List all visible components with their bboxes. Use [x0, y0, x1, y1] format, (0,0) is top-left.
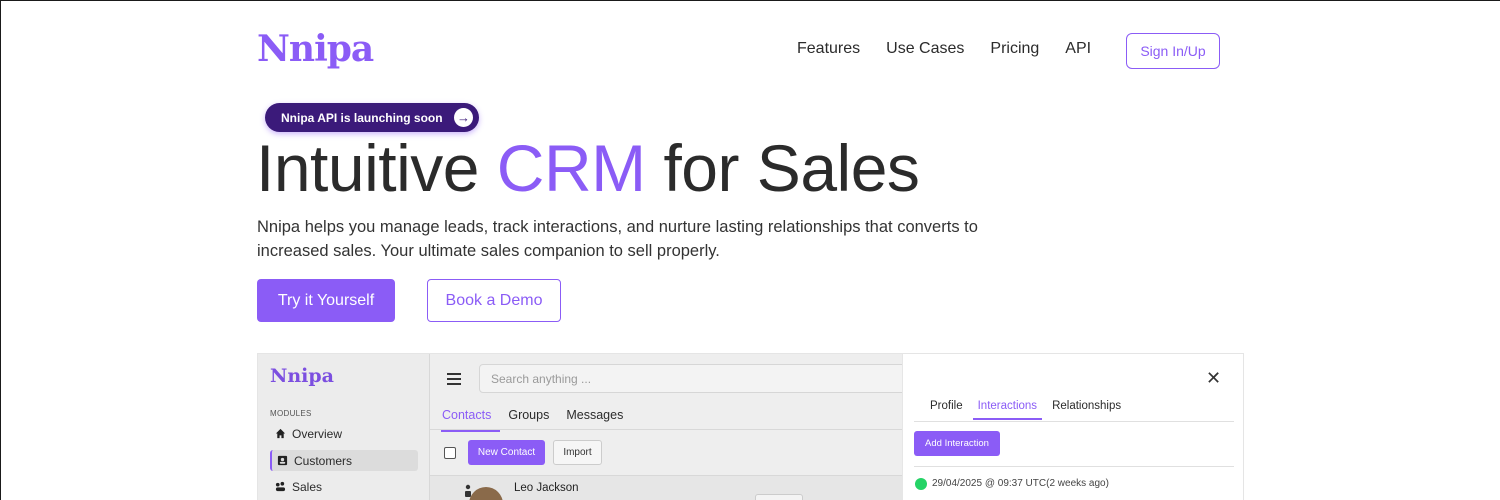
nav-item-use-cases[interactable]: Use Cases [886, 40, 964, 58]
preview-main: Search anything ... Contacts Groups Mess… [430, 354, 909, 500]
sales-icon [275, 481, 286, 492]
hero-title: Intuitive CRM for Sales [256, 130, 920, 206]
sidebar-item-label: Sales [292, 479, 323, 494]
tab-contacts[interactable]: Contacts [441, 399, 501, 432]
tab-groups[interactable]: Groups [508, 399, 558, 432]
main-nav: Features Use Cases Pricing API [797, 40, 1091, 58]
table-row[interactable]: Leo Jackson [430, 476, 902, 500]
contacts-icon [277, 455, 288, 466]
sign-in-button[interactable]: Sign In/Up [1126, 33, 1220, 69]
avatar [469, 487, 503, 500]
panel-tabs-divider [914, 421, 1234, 422]
interaction-timestamp: 29/04/2025 @ 09:37 UTC(2 weeks ago) [932, 478, 1109, 489]
whatsapp-icon [915, 478, 927, 490]
preview-logo: Nnipa [270, 365, 334, 387]
select-all-checkbox[interactable] [444, 447, 456, 459]
hero-title-start: Intuitive [256, 131, 497, 205]
home-icon [275, 428, 286, 439]
sidebar-item-label: Overview [292, 426, 343, 441]
panel-divider [914, 466, 1234, 467]
hero-title-end: for Sales [645, 131, 920, 205]
preview-sidebar: Nnipa MODULES Overview Customers Sales [258, 354, 430, 500]
book-demo-button[interactable]: Book a Demo [427, 279, 561, 322]
announcement-pill[interactable]: Nnipa API is launching soon → [265, 103, 479, 132]
close-icon[interactable]: ✕ [1206, 368, 1221, 389]
sidebar-item-sales[interactable]: Sales [270, 476, 418, 497]
menu-icon[interactable] [447, 373, 461, 388]
nav-item-features[interactable]: Features [797, 40, 860, 58]
search-input[interactable]: Search anything ... [479, 364, 909, 393]
contact-name: Leo Jackson [514, 482, 579, 494]
nav-item-api[interactable]: API [1065, 40, 1091, 58]
import-button[interactable]: Import [553, 440, 602, 465]
tabs-divider [430, 429, 902, 430]
tab-profile[interactable]: Profile [930, 398, 963, 420]
new-contact-button[interactable]: New Contact [468, 440, 545, 465]
sidebar-item-label: Customers [294, 453, 353, 468]
sidebar-item-customers[interactable]: Customers [270, 450, 418, 471]
modules-label: MODULES [270, 409, 312, 418]
contacts-tabs: Contacts Groups Messages [441, 399, 640, 432]
add-interaction-button[interactable]: Add Interaction [914, 431, 1000, 456]
nav-item-pricing[interactable]: Pricing [990, 40, 1039, 58]
app-preview: Nnipa MODULES Overview Customers Sales S… [257, 353, 1244, 500]
hero-subtitle: Nnipa helps you manage leads, track inte… [257, 218, 978, 260]
tab-messages[interactable]: Messages [566, 399, 632, 432]
try-it-yourself-button[interactable]: Try it Yourself [257, 279, 395, 322]
tab-interactions[interactable]: Interactions [972, 398, 1043, 420]
brand-logo[interactable]: Nnipa [257, 28, 374, 70]
contact-detail-panel: ✕ Profile Interactions Relationships Add… [902, 354, 1243, 500]
arrow-right-icon: → [454, 108, 473, 127]
tab-relationships[interactable]: Relationships [1052, 398, 1121, 420]
panel-tabs: Profile Interactions Relationships [930, 398, 1131, 420]
row-action-button[interactable] [755, 494, 803, 500]
sidebar-item-overview[interactable]: Overview [270, 423, 418, 444]
announcement-text: Nnipa API is launching soon [281, 110, 443, 125]
hero-title-accent: CRM [496, 131, 646, 205]
